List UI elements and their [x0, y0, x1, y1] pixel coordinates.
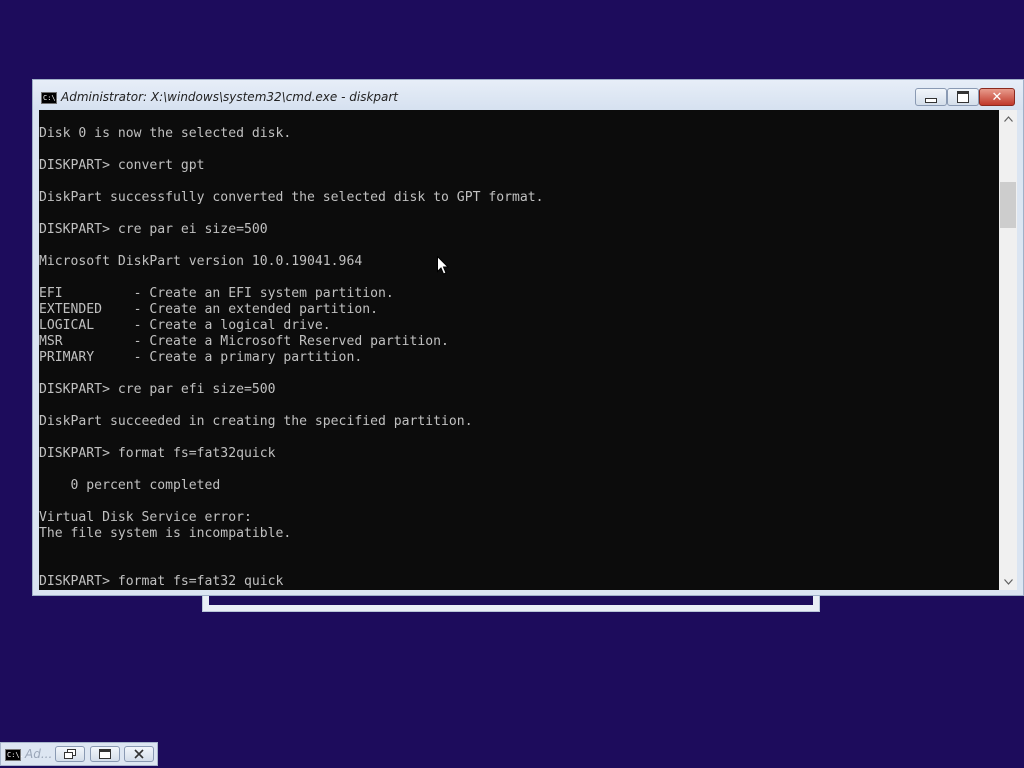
console-line: MSR - Create a Microsoft Reserved partit…: [39, 334, 449, 349]
restore-button[interactable]: [55, 746, 85, 762]
console-line: DISKPART> cre par efi size=500: [39, 382, 276, 397]
console-line: DiskPart successfully converted the sele…: [39, 190, 544, 205]
scroll-down-button[interactable]: [999, 573, 1017, 590]
console-line: DiskPart succeeded in creating the speci…: [39, 414, 473, 429]
console-line: PRIMARY - Create a primary partition.: [39, 350, 363, 365]
console-line: DISKPART> convert gpt: [39, 158, 205, 173]
restore-icon: [64, 749, 76, 759]
mouse-cursor-icon: [437, 256, 449, 275]
console-line: DISKPART> cre par ei size=500: [39, 222, 268, 237]
cmd-icon: C:\.: [5, 749, 24, 761]
console-line: LOGICAL - Create a logical drive.: [39, 318, 331, 333]
close-icon: [134, 749, 144, 759]
chevron-up-icon: [1003, 115, 1013, 122]
console-line: Virtual Disk Service error:: [39, 510, 252, 525]
console-line: Microsoft DiskPart version 10.0.19041.96…: [39, 254, 363, 269]
console-line: EXTENDED - Create an extended partition.: [39, 302, 378, 317]
cmd-icon[interactable]: C:\.: [41, 92, 60, 104]
maximize-button[interactable]: [947, 88, 979, 106]
close-button[interactable]: ✕: [979, 88, 1015, 106]
minimized-window-label: Ad...: [25, 747, 53, 761]
title-bar[interactable]: C:\. Administrator: X:\windows\system32\…: [33, 80, 1023, 110]
console-line: EFI - Create an EFI system partition.: [39, 286, 394, 301]
console-output[interactable]: Disk 0 is now the selected disk. DISKPART…: [39, 110, 999, 590]
console-line: 0 percent completed: [39, 478, 221, 493]
minimize-button[interactable]: [915, 88, 947, 106]
close-button[interactable]: [124, 746, 154, 762]
vertical-scrollbar[interactable]: [999, 110, 1017, 590]
maximize-icon: [99, 749, 111, 759]
window-title: Administrator: X:\windows\system32\cmd.e…: [61, 90, 399, 104]
scroll-thumb[interactable]: [1000, 182, 1016, 228]
scroll-up-button[interactable]: [999, 110, 1017, 127]
maximize-icon: [957, 91, 969, 103]
console-line: Disk 0 is now the selected disk.: [39, 126, 292, 141]
minimized-window[interactable]: C:\. Ad...: [0, 742, 158, 766]
console-text: Disk 0 is now the selected disk. DISKPART…: [39, 126, 544, 590]
chevron-down-icon: [1003, 578, 1013, 585]
console-line: DISKPART> format fs=fat32quick: [39, 446, 276, 461]
maximize-button[interactable]: [90, 746, 120, 762]
minimize-icon: [925, 97, 937, 103]
close-icon: ✕: [991, 89, 1003, 105]
cmd-window: C:\. Administrator: X:\windows\system32\…: [32, 79, 1024, 596]
console-line: DISKPART> format fs=fat32 quick: [39, 574, 284, 589]
console-line: The file system is incompatible.: [39, 526, 292, 541]
